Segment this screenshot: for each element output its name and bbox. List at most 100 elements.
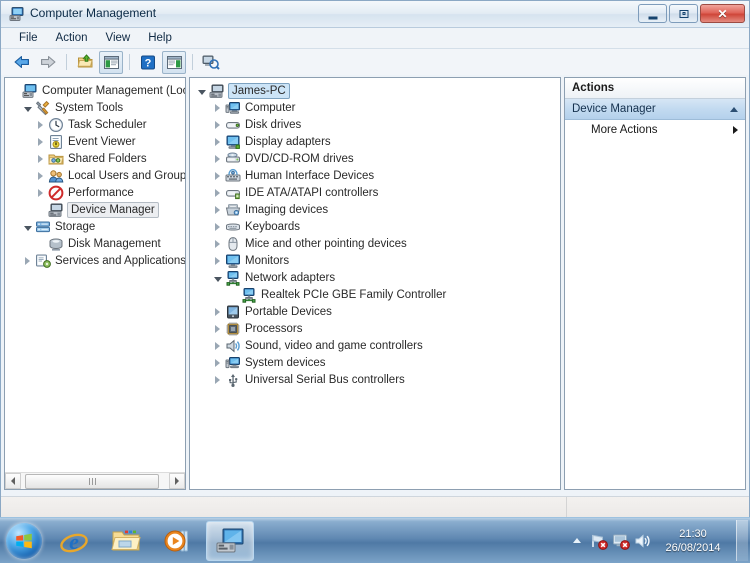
back-button[interactable] <box>10 51 34 74</box>
console-tree-hscrollbar[interactable] <box>5 472 185 489</box>
tree-expander[interactable] <box>210 201 225 218</box>
collapse-triangle-icon[interactable] <box>197 89 206 95</box>
tree-expander[interactable] <box>33 184 48 201</box>
action-more-actions[interactable]: More Actions <box>565 120 745 139</box>
tray-volume-button[interactable] <box>632 526 654 556</box>
tree-node[interactable]: Performance <box>5 184 185 201</box>
tree-expander[interactable] <box>33 201 48 218</box>
scroll-right-button[interactable] <box>169 473 185 489</box>
forward-button[interactable] <box>36 51 60 74</box>
tree-node[interactable]: Shared Folders <box>5 150 185 167</box>
tree-expander[interactable] <box>33 133 48 150</box>
tree-expander[interactable] <box>20 99 35 116</box>
tree-expander[interactable] <box>33 116 48 133</box>
up-one-level-button[interactable] <box>73 51 97 74</box>
tree-expander[interactable] <box>210 116 225 133</box>
minimize-button[interactable] <box>638 4 667 23</box>
expand-triangle-icon[interactable] <box>215 120 220 129</box>
tray-network-icon-button[interactable] <box>588 526 610 556</box>
tree-expander[interactable] <box>20 218 35 235</box>
tree-node[interactable]: Keyboards <box>190 218 560 235</box>
tree-expander[interactable] <box>210 337 225 354</box>
expand-triangle-icon[interactable] <box>215 188 220 197</box>
expand-triangle-icon[interactable] <box>215 205 220 214</box>
hscroll-track[interactable] <box>21 473 169 489</box>
actions-group-device-manager[interactable]: Device Manager <box>565 99 745 120</box>
tree-node[interactable]: Task Scheduler <box>5 116 185 133</box>
tree-node[interactable]: Realtek PCIe GBE Family Controller <box>190 286 560 303</box>
tree-node[interactable]: Disk drives <box>190 116 560 133</box>
tree-expander[interactable] <box>226 286 241 303</box>
tree-expander[interactable] <box>194 82 209 99</box>
expand-triangle-icon[interactable] <box>215 154 220 163</box>
tree-expander[interactable] <box>210 371 225 388</box>
scroll-left-button[interactable] <box>5 473 21 489</box>
tree-node[interactable]: Device Manager <box>5 201 185 218</box>
console-tree[interactable]: Computer Management (Local System Tools Ta… <box>5 78 185 472</box>
tree-expander[interactable] <box>20 252 35 269</box>
expand-triangle-icon[interactable] <box>215 324 220 333</box>
hscroll-thumb[interactable] <box>25 474 159 489</box>
show-hide-action-pane-button[interactable] <box>162 50 186 74</box>
tree-node[interactable]: Computer Management (Local <box>5 82 185 99</box>
tree-node[interactable]: Portable Devices <box>190 303 560 320</box>
tree-node[interactable]: Disk Management <box>5 235 185 252</box>
tree-expander[interactable] <box>7 82 22 99</box>
maximize-button[interactable] <box>669 4 698 23</box>
taskbar-item-media-player[interactable] <box>154 521 202 561</box>
tree-node[interactable]: Monitors <box>190 252 560 269</box>
tree-node[interactable]: IDE ATA/ATAPI controllers <box>190 184 560 201</box>
device-tree[interactable]: James-PC Computer Disk drives Display adapt… <box>190 78 560 489</box>
tree-node[interactable]: DVD/CD-ROM drives <box>190 150 560 167</box>
start-button[interactable] <box>2 521 46 561</box>
taskbar-item-explorer[interactable] <box>102 521 150 561</box>
expand-triangle-icon[interactable] <box>215 256 220 265</box>
tree-expander[interactable] <box>33 167 48 184</box>
tree-expander[interactable] <box>210 303 225 320</box>
expand-triangle-icon[interactable] <box>215 375 220 384</box>
expand-triangle-icon[interactable] <box>215 239 220 248</box>
menu-item-help[interactable]: Help <box>139 30 181 46</box>
tree-expander[interactable] <box>210 269 225 286</box>
show-hide-tree-button[interactable] <box>99 50 123 74</box>
scan-hardware-changes-button[interactable] <box>199 51 223 74</box>
expand-triangle-icon[interactable] <box>215 171 220 180</box>
tree-expander[interactable] <box>210 133 225 150</box>
expand-triangle-icon[interactable] <box>215 103 220 112</box>
collapse-triangle-icon[interactable] <box>213 276 222 282</box>
menu-item-view[interactable]: View <box>97 30 140 46</box>
expand-triangle-icon[interactable] <box>38 171 43 180</box>
tray-action-center-button[interactable] <box>610 526 632 556</box>
tree-expander[interactable] <box>33 235 48 252</box>
expand-triangle-icon[interactable] <box>38 137 43 146</box>
expand-triangle-icon[interactable] <box>215 341 220 350</box>
tree-expander[interactable] <box>210 235 225 252</box>
expand-triangle-icon[interactable] <box>38 120 43 129</box>
tree-expander[interactable] <box>210 354 225 371</box>
collapse-triangle-icon[interactable] <box>23 106 32 112</box>
tree-expander[interactable] <box>210 218 225 235</box>
show-desktop-button[interactable] <box>736 520 748 561</box>
expand-triangle-icon[interactable] <box>38 154 43 163</box>
tree-expander[interactable] <box>210 167 225 184</box>
window-titlebar[interactable]: Computer Management ✕ <box>1 1 749 28</box>
tree-node[interactable]: Storage <box>5 218 185 235</box>
tree-node[interactable]: System Tools <box>5 99 185 116</box>
close-button[interactable]: ✕ <box>700 4 745 23</box>
chevron-up-icon[interactable] <box>730 106 738 112</box>
tree-node[interactable]: Mice and other pointing devices <box>190 235 560 252</box>
tree-expander[interactable] <box>210 320 225 337</box>
tree-node[interactable]: Imaging devices <box>190 201 560 218</box>
tree-node[interactable]: Human Interface Devices <box>190 167 560 184</box>
expand-triangle-icon[interactable] <box>215 307 220 316</box>
tree-node[interactable]: Display adapters <box>190 133 560 150</box>
expand-triangle-icon[interactable] <box>25 256 30 265</box>
expand-triangle-icon[interactable] <box>38 188 43 197</box>
tree-node[interactable]: Computer <box>190 99 560 116</box>
tree-node[interactable]: Universal Serial Bus controllers <box>190 371 560 388</box>
tree-expander[interactable] <box>210 184 225 201</box>
tree-node[interactable]: Network adapters <box>190 269 560 286</box>
menu-item-action[interactable]: Action <box>47 30 97 46</box>
expand-triangle-icon[interactable] <box>215 137 220 146</box>
expand-triangle-icon[interactable] <box>215 358 220 367</box>
